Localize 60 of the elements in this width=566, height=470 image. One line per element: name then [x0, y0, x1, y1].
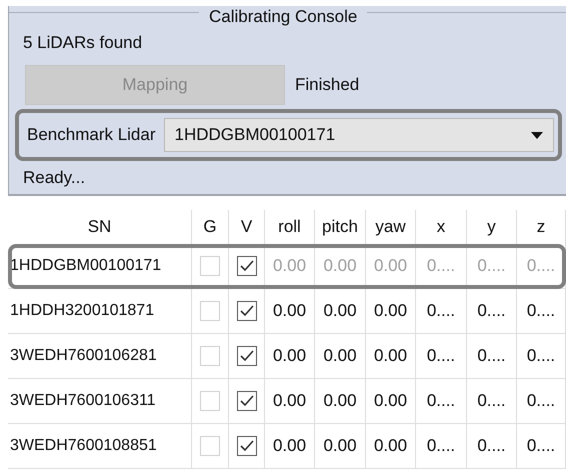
table-cell: 0.00: [315, 244, 366, 289]
table-cell: 0....: [416, 289, 467, 334]
table-cell: 0.00: [315, 379, 366, 424]
column-header[interactable]: G: [192, 210, 229, 244]
table-cell: 0....: [517, 379, 566, 424]
table-cell: 0.00: [315, 424, 366, 469]
check-icon: [240, 440, 254, 452]
check-icon: [240, 260, 254, 272]
checkbox[interactable]: [236, 301, 256, 321]
status-message: Ready...: [23, 167, 86, 189]
table-cell: 0....: [467, 244, 517, 289]
table-cell: 0.00: [366, 244, 416, 289]
group-title: Calibrating Console: [208, 6, 358, 28]
table-cell: 0.00: [265, 334, 315, 379]
lidar-count: 5 LiDARs found: [23, 32, 142, 54]
table-cell: 0....: [467, 334, 517, 379]
table-cell: 0.00: [315, 334, 366, 379]
table-cell: 1HDDH3200101871: [8, 289, 192, 334]
checkbox[interactable]: [236, 346, 256, 366]
table-cell: 0.00: [366, 379, 416, 424]
table-cell: 0....: [416, 334, 467, 379]
table-cell: 0.00: [366, 334, 416, 379]
column-header[interactable]: V: [229, 210, 265, 244]
column-header[interactable]: pitch: [315, 210, 366, 244]
column-header[interactable]: yaw: [366, 210, 416, 244]
check-icon: [240, 305, 254, 317]
check-icon: [240, 350, 254, 362]
table-cell: 0....: [416, 424, 467, 469]
table-cell: 0.00: [265, 424, 315, 469]
table-cell: 0.00: [265, 244, 315, 289]
table-cell: 0.00: [265, 379, 315, 424]
table-cell: 0....: [416, 379, 467, 424]
table-cell: 0....: [467, 424, 517, 469]
dropdown-caret-icon: [531, 132, 543, 138]
column-header[interactable]: y: [467, 210, 517, 244]
column-header[interactable]: z: [517, 210, 566, 244]
table-cell: 0.00: [265, 289, 315, 334]
column-header[interactable]: roll: [265, 210, 315, 244]
table-cell: 3WEDH7600106311: [8, 379, 192, 424]
table-cell: 0....: [517, 334, 566, 379]
table-cell: 0....: [517, 244, 566, 289]
table-cell: 0....: [467, 289, 517, 334]
table-cell: 3WEDH7600106281: [8, 334, 192, 379]
table-cell: 0....: [416, 244, 467, 289]
table-cell: 3WEDH7600108851: [8, 424, 192, 469]
column-header[interactable]: SN: [8, 210, 192, 244]
table-cell: 0.00: [366, 424, 416, 469]
checkbox[interactable]: [236, 436, 256, 456]
benchmark-dropdown[interactable]: 1HDDGBM00100171: [164, 118, 554, 152]
benchmark-label: Benchmark Lidar: [27, 124, 156, 146]
table-cell: 0.00: [315, 289, 366, 334]
table-cell: 0....: [517, 289, 566, 334]
checkbox[interactable]: [236, 391, 256, 411]
table-cell: 0....: [467, 379, 517, 424]
table-cell: 0.00: [366, 289, 416, 334]
mapping-status: Finished: [295, 74, 360, 96]
table-cell: 0....: [517, 424, 566, 469]
column-header[interactable]: x: [416, 210, 467, 244]
check-icon: [240, 395, 254, 407]
table-cell: 1HDDGBM00100171: [8, 244, 192, 289]
